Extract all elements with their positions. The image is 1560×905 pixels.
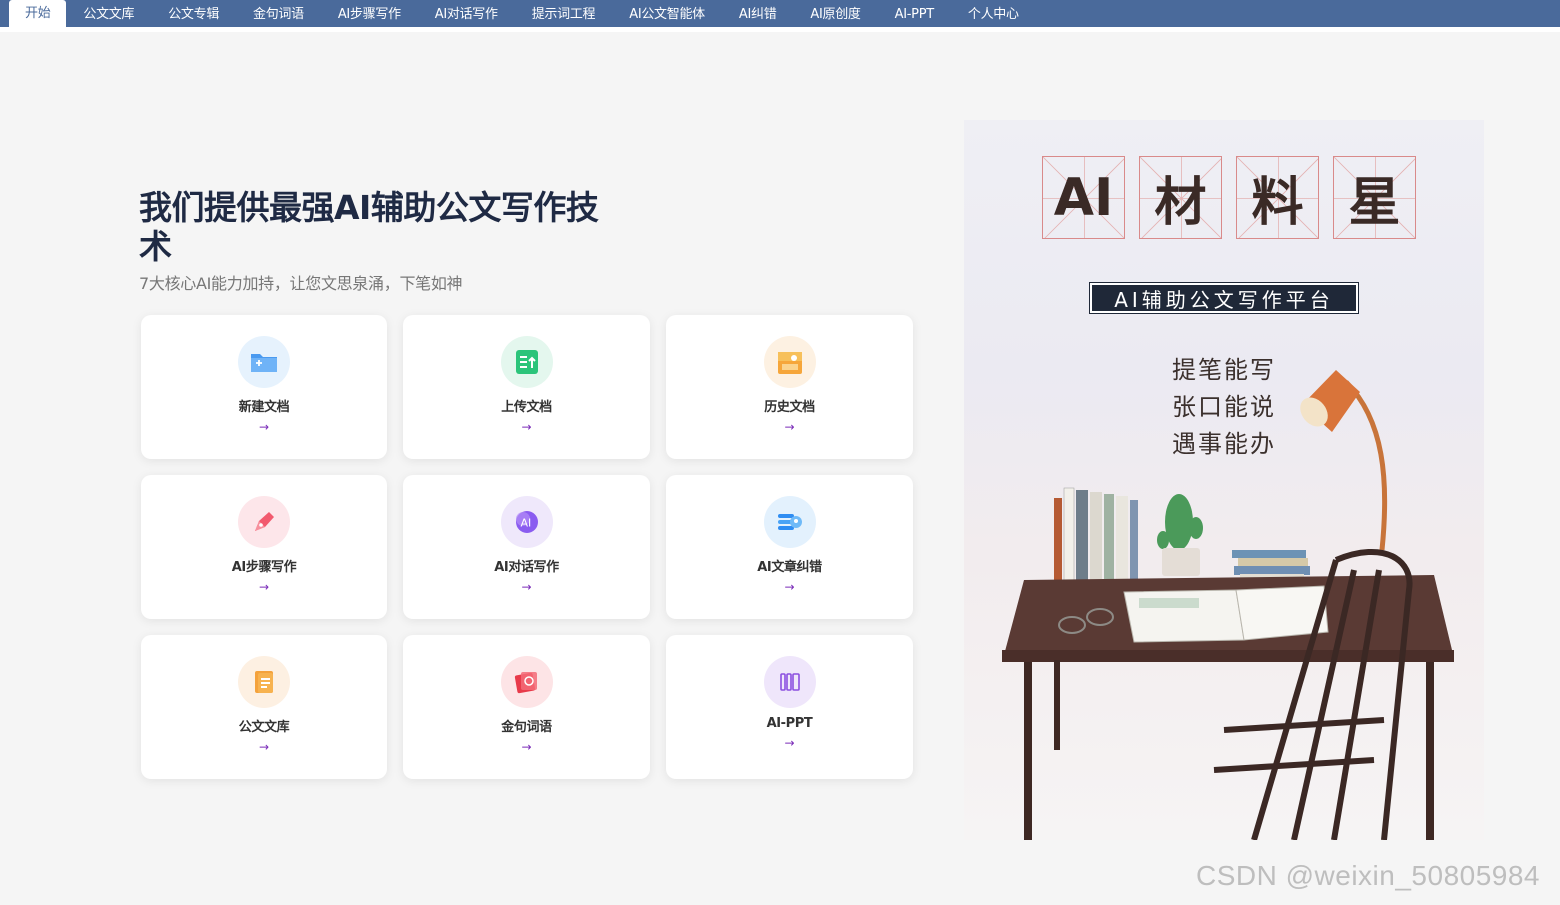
card-golden-quotes[interactable]: 金句词语 → <box>403 635 650 779</box>
arrow-right-icon: → <box>521 580 532 594</box>
open-notebook-icon <box>1123 585 1329 643</box>
top-tab-bar: 开始 公文文库 公文专辑 金句词语 AI步骤写作 AI对话写作 提示词工程 AI… <box>0 0 1560 27</box>
arrow-right-icon: → <box>521 740 532 754</box>
arrow-right-icon: → <box>258 740 270 754</box>
card-history-document[interactable]: 历史文档 → <box>666 315 913 459</box>
watermark: CSDN @weixin_50805984 <box>1196 860 1540 891</box>
ppt-icon <box>763 656 816 708</box>
tab-ai-agent[interactable]: AI公文智能体 <box>612 2 722 27</box>
card-ai-proofread[interactable]: AI文章纠错 → <box>666 475 913 619</box>
card-label: AI步骤写作 <box>231 560 297 575</box>
hero-title: 我们提供最强AI辅助公文写作技术 <box>139 188 599 266</box>
topbar-divider <box>0 27 1560 32</box>
library-doc-icon <box>238 656 290 708</box>
upload-doc-icon <box>500 336 553 388</box>
tab-golden-quotes[interactable]: 金句词语 <box>236 2 321 27</box>
card-document-library[interactable]: 公文文库 → <box>141 635 387 779</box>
card-label: 上传文档 <box>501 400 552 415</box>
arrow-right-icon: → <box>521 420 532 434</box>
card-label: AI-PPT <box>766 716 813 731</box>
card-ai-chat-writing[interactable]: AI AI对话写作 → <box>403 475 650 619</box>
brand-illustration: AI 材 料 星 AI辅助公文写作平台 提笔能写 张口能说 遇事能办 <box>964 120 1484 840</box>
tab-document-library[interactable]: 公文文库 <box>66 2 151 27</box>
tab-personal-center[interactable]: 个人中心 <box>951 2 1036 27</box>
proofread-icon <box>763 496 816 548</box>
card-new-document[interactable]: 新建文档 → <box>141 315 387 459</box>
tab-ai-ppt[interactable]: AI-PPT <box>878 2 951 27</box>
card-label: 历史文档 <box>764 400 815 415</box>
card-ai-step-writing[interactable]: AI步骤写作 → <box>141 475 387 619</box>
arrow-right-icon: → <box>258 420 270 434</box>
hero-subtitle: 7大核心AI能力加持，让您文思泉涌，下笔如神 <box>139 274 463 293</box>
tab-ai-originality[interactable]: AI原创度 <box>793 2 877 27</box>
card-label: AI文章纠错 <box>757 560 822 575</box>
arrow-right-icon: → <box>784 736 795 750</box>
arrow-right-icon: → <box>784 420 795 434</box>
tab-ai-chat-writing[interactable]: AI对话写作 <box>418 2 515 27</box>
book-stack-icon <box>1054 487 1138 585</box>
tab-start[interactable]: 开始 <box>9 0 67 27</box>
desk-lamp-icon <box>1300 370 1414 602</box>
pen-write-icon <box>238 496 290 548</box>
svg-text:AI: AI <box>520 517 531 530</box>
feature-card-grid: 新建文档 → 上传文档 → 历史文档 → AI步骤写作 → AI AI对话写作 … <box>141 315 913 779</box>
tab-ai-correction[interactable]: AI纠错 <box>722 2 794 27</box>
card-label: 公文文库 <box>238 720 290 735</box>
card-label: 新建文档 <box>238 400 290 415</box>
new-folder-icon <box>238 336 290 388</box>
arrow-right-icon: → <box>258 580 270 594</box>
ai-chat-icon: AI <box>500 496 553 548</box>
golden-quote-icon <box>500 656 553 708</box>
card-ai-ppt[interactable]: AI-PPT → <box>666 635 913 779</box>
tab-prompt-engineering[interactable]: 提示词工程 <box>515 2 613 27</box>
cactus-plant-icon <box>1157 494 1203 576</box>
card-label: AI对话写作 <box>494 560 559 575</box>
desk-scene-illustration <box>1002 370 1454 840</box>
history-box-icon <box>763 336 816 388</box>
arrow-right-icon: → <box>784 580 795 594</box>
card-upload-document[interactable]: 上传文档 → <box>403 315 650 459</box>
tab-ai-step-writing[interactable]: AI步骤写作 <box>321 2 418 27</box>
card-label: 金句词语 <box>501 720 552 735</box>
tab-document-album[interactable]: 公文专辑 <box>151 2 236 27</box>
